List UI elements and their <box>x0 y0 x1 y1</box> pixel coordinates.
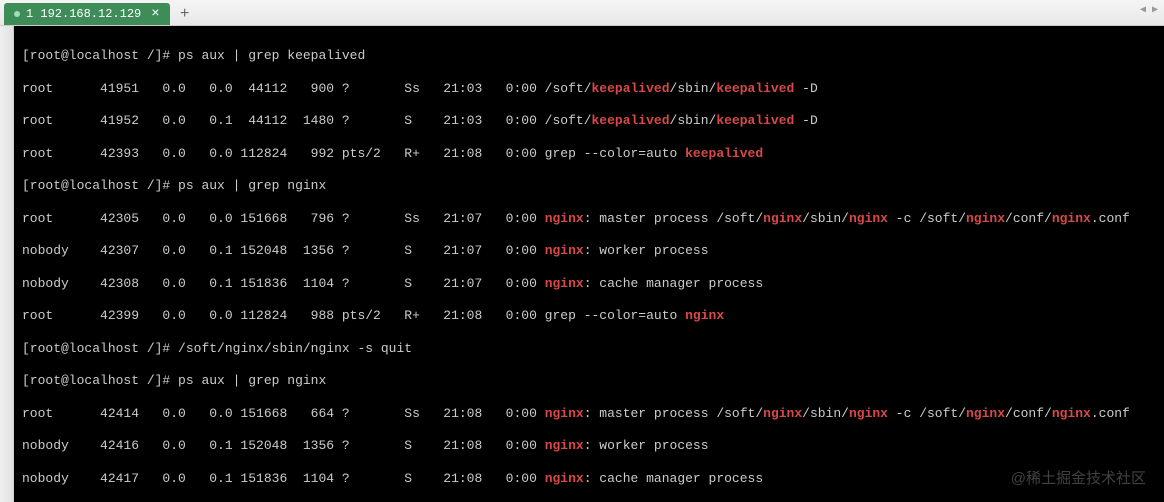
process-row: nobody 42416 0.0 0.1 152048 1356 ? S 21:… <box>22 438 1156 454</box>
nav-left-icon[interactable]: ◀ <box>1140 4 1146 16</box>
add-tab-button[interactable]: + <box>174 3 196 25</box>
tab-nav: ◀ ▶ <box>1140 4 1158 16</box>
process-row: nobody 42308 0.0 0.1 151836 1104 ? S 21:… <box>22 276 1156 292</box>
process-row: root 41952 0.0 0.1 44112 1480 ? S 21:03 … <box>22 113 1156 129</box>
process-row: nobody 42417 0.0 0.1 151836 1104 ? S 21:… <box>22 471 1156 487</box>
status-dot-icon <box>14 11 20 17</box>
terminal-tab[interactable]: 1 192.168.12.129 × <box>4 3 170 25</box>
process-row: nobody 42307 0.0 0.1 152048 1356 ? S 21:… <box>22 243 1156 259</box>
prompt-line: [root@localhost /]# /soft/nginx/sbin/ngi… <box>22 341 1156 357</box>
nav-right-icon[interactable]: ▶ <box>1152 4 1158 16</box>
terminal-output[interactable]: [root@localhost /]# ps aux | grep keepal… <box>14 26 1164 502</box>
side-strip <box>0 26 14 502</box>
prompt-line: [root@localhost /]# ps aux | grep nginx <box>22 373 1156 389</box>
process-row: root 42393 0.0 0.0 112824 992 pts/2 R+ 2… <box>22 146 1156 162</box>
prompt-line: [root@localhost /]# ps aux | grep nginx <box>22 178 1156 194</box>
tab-bar: 1 192.168.12.129 × + ◀ ▶ <box>0 0 1164 26</box>
process-row: root 42399 0.0 0.0 112824 988 pts/2 R+ 2… <box>22 308 1156 324</box>
process-row: root 42305 0.0 0.0 151668 796 ? Ss 21:07… <box>22 211 1156 227</box>
process-row: root 41951 0.0 0.0 44112 900 ? Ss 21:03 … <box>22 81 1156 97</box>
close-icon[interactable]: × <box>151 7 159 21</box>
prompt-line: [root@localhost /]# ps aux | grep keepal… <box>22 48 1156 64</box>
tab-label: 1 192.168.12.129 <box>26 7 141 21</box>
process-row: root 42414 0.0 0.0 151668 664 ? Ss 21:08… <box>22 406 1156 422</box>
